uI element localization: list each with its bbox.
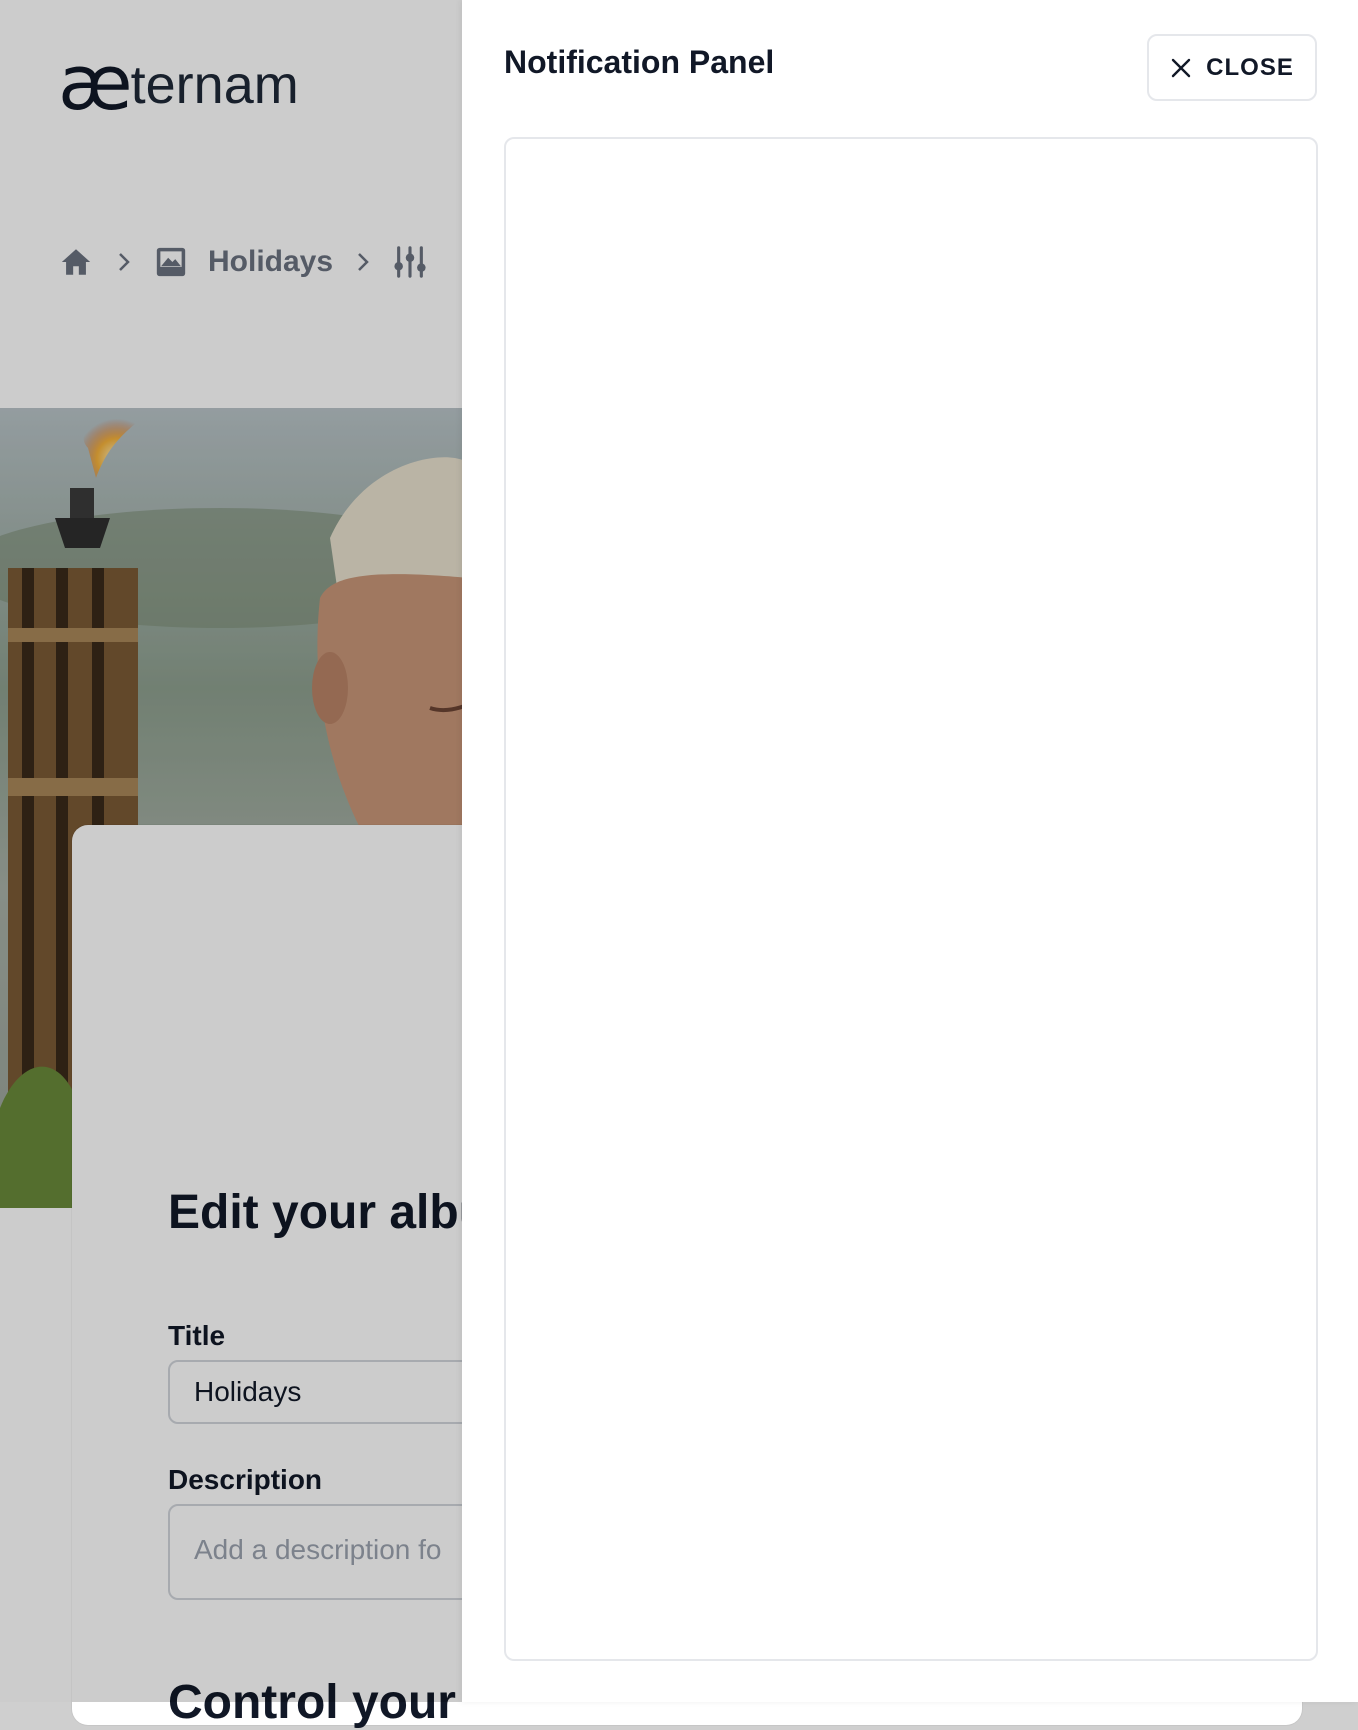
close-button-label: CLOSE bbox=[1206, 53, 1294, 81]
notification-panel: Notification Panel CLOSE bbox=[462, 0, 1358, 1702]
close-icon bbox=[1170, 57, 1192, 79]
notification-panel-title: Notification Panel bbox=[504, 44, 775, 80]
close-button[interactable]: CLOSE bbox=[1147, 34, 1317, 101]
notification-list bbox=[504, 137, 1318, 1661]
